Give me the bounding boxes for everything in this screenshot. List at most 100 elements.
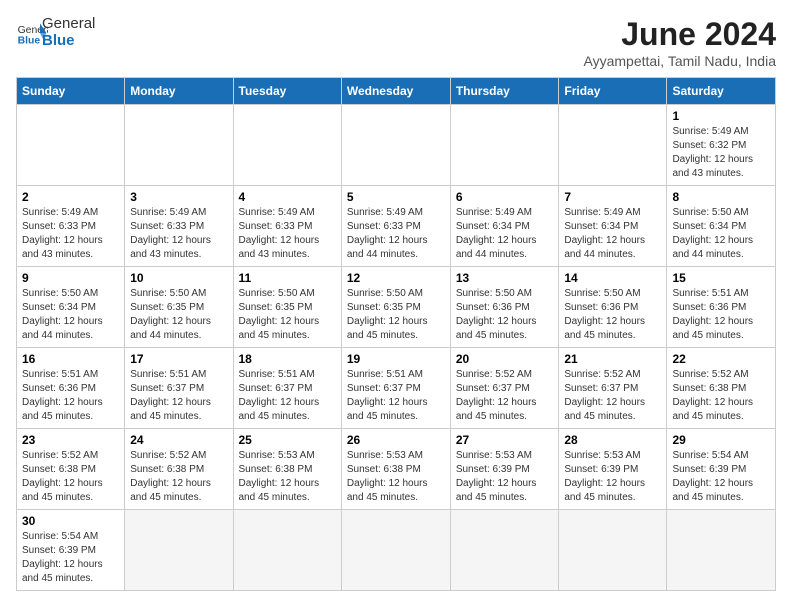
calendar-header-row: SundayMondayTuesdayWednesdayThursdayFrid… <box>17 78 776 105</box>
day-number: 26 <box>347 433 445 447</box>
calendar-week-row: 9 Sunrise: 5:50 AM Sunset: 6:34 PM Daylig… <box>17 267 776 348</box>
calendar-cell <box>341 510 450 591</box>
day-info: Sunrise: 5:51 AM Sunset: 6:37 PM Dayligh… <box>347 368 445 424</box>
calendar-cell: 25 Sunrise: 5:53 AM Sunset: 6:38 PM Dayli… <box>233 429 341 510</box>
calendar-cell <box>125 510 233 591</box>
day-info: Sunrise: 5:52 AM Sunset: 6:38 PM Dayligh… <box>22 449 119 505</box>
day-number: 10 <box>130 271 227 285</box>
calendar-cell <box>559 510 667 591</box>
day-number: 19 <box>347 352 445 366</box>
day-number: 27 <box>456 433 554 447</box>
day-info: Sunrise: 5:49 AM Sunset: 6:34 PM Dayligh… <box>456 206 554 262</box>
day-info: Sunrise: 5:50 AM Sunset: 6:35 PM Dayligh… <box>347 287 445 343</box>
day-number: 12 <box>347 271 445 285</box>
day-info: Sunrise: 5:50 AM Sunset: 6:34 PM Dayligh… <box>22 287 119 343</box>
day-info: Sunrise: 5:53 AM Sunset: 6:39 PM Dayligh… <box>564 449 661 505</box>
calendar-cell: 26Sunrise: 5:53 AM Sunset: 6:38 PM Dayli… <box>341 429 450 510</box>
day-number: 20 <box>456 352 554 366</box>
weekday-header-friday: Friday <box>559 78 667 105</box>
day-number: 3 <box>130 190 227 204</box>
day-info: Sunrise: 5:50 AM Sunset: 6:35 PM Dayligh… <box>130 287 227 343</box>
weekday-header-wednesday: Wednesday <box>341 78 450 105</box>
calendar-cell <box>17 105 125 186</box>
calendar-cell: 1Sunrise: 5:49 AM Sunset: 6:32 PM Daylig… <box>667 105 776 186</box>
title-area: June 2024 Ayyampettai, Tamil Nadu, India <box>584 16 776 69</box>
calendar-cell: 27Sunrise: 5:53 AM Sunset: 6:39 PM Dayli… <box>450 429 559 510</box>
day-number: 14 <box>564 271 661 285</box>
calendar-cell <box>450 510 559 591</box>
calendar-cell: 2 Sunrise: 5:49 AM Sunset: 6:33 PM Daylig… <box>17 186 125 267</box>
calendar-week-row: 30Sunrise: 5:54 AM Sunset: 6:39 PM Dayli… <box>17 510 776 591</box>
day-info: Sunrise: 5:51 AM Sunset: 6:36 PM Dayligh… <box>672 287 770 343</box>
day-info: Sunrise: 5:52 AM Sunset: 6:37 PM Dayligh… <box>564 368 661 424</box>
calendar-cell: 3 Sunrise: 5:49 AM Sunset: 6:33 PM Daylig… <box>125 186 233 267</box>
day-info: Sunrise: 5:54 AM Sunset: 6:39 PM Dayligh… <box>672 449 770 505</box>
weekday-header-monday: Monday <box>125 78 233 105</box>
day-number: 23 <box>22 433 119 447</box>
calendar-week-row: 23 Sunrise: 5:52 AM Sunset: 6:38 PM Dayli… <box>17 429 776 510</box>
page-header: General Blue General Blue June 2024 Ayya… <box>16 16 776 69</box>
calendar-cell: 29 Sunrise: 5:54 AM Sunset: 6:39 PM Dayli… <box>667 429 776 510</box>
weekday-header-tuesday: Tuesday <box>233 78 341 105</box>
day-number: 21 <box>564 352 661 366</box>
calendar-cell: 7Sunrise: 5:49 AM Sunset: 6:34 PM Daylig… <box>559 186 667 267</box>
day-number: 22 <box>672 352 770 366</box>
location-subtitle: Ayyampettai, Tamil Nadu, India <box>584 53 776 69</box>
calendar-cell: 16 Sunrise: 5:51 AM Sunset: 6:36 PM Dayli… <box>17 348 125 429</box>
calendar-cell: 6Sunrise: 5:49 AM Sunset: 6:34 PM Daylig… <box>450 186 559 267</box>
calendar-cell: 18Sunrise: 5:51 AM Sunset: 6:37 PM Dayli… <box>233 348 341 429</box>
day-info: Sunrise: 5:50 AM Sunset: 6:36 PM Dayligh… <box>564 287 661 343</box>
day-info: Sunrise: 5:49 AM Sunset: 6:34 PM Dayligh… <box>564 206 661 262</box>
calendar-cell: 23 Sunrise: 5:52 AM Sunset: 6:38 PM Dayli… <box>17 429 125 510</box>
calendar-cell: 19 Sunrise: 5:51 AM Sunset: 6:37 PM Dayli… <box>341 348 450 429</box>
calendar-cell: 8Sunrise: 5:50 AM Sunset: 6:34 PM Daylig… <box>667 186 776 267</box>
day-number: 9 <box>22 271 119 285</box>
day-info: Sunrise: 5:52 AM Sunset: 6:38 PM Dayligh… <box>672 368 770 424</box>
day-info: Sunrise: 5:49 AM Sunset: 6:33 PM Dayligh… <box>347 206 445 262</box>
day-number: 16 <box>22 352 119 366</box>
weekday-header-saturday: Saturday <box>667 78 776 105</box>
calendar-week-row: 2 Sunrise: 5:49 AM Sunset: 6:33 PM Daylig… <box>17 186 776 267</box>
calendar-cell <box>341 105 450 186</box>
calendar-cell <box>450 105 559 186</box>
calendar-cell: 20 Sunrise: 5:52 AM Sunset: 6:37 PM Dayli… <box>450 348 559 429</box>
calendar-cell: 9 Sunrise: 5:50 AM Sunset: 6:34 PM Daylig… <box>17 267 125 348</box>
calendar-cell: 24 Sunrise: 5:52 AM Sunset: 6:38 PM Dayli… <box>125 429 233 510</box>
calendar-cell: 4Sunrise: 5:49 AM Sunset: 6:33 PM Daylig… <box>233 186 341 267</box>
calendar-cell: 12 Sunrise: 5:50 AM Sunset: 6:35 PM Dayli… <box>341 267 450 348</box>
calendar-cell: 28 Sunrise: 5:53 AM Sunset: 6:39 PM Dayli… <box>559 429 667 510</box>
day-number: 28 <box>564 433 661 447</box>
calendar-cell: 10 Sunrise: 5:50 AM Sunset: 6:35 PM Dayli… <box>125 267 233 348</box>
day-number: 17 <box>130 352 227 366</box>
day-number: 15 <box>672 271 770 285</box>
day-info: Sunrise: 5:51 AM Sunset: 6:36 PM Dayligh… <box>22 368 119 424</box>
logo-general: General <box>42 16 95 33</box>
day-number: 30 <box>22 514 119 528</box>
calendar-cell <box>667 510 776 591</box>
day-number: 4 <box>239 190 336 204</box>
day-number: 29 <box>672 433 770 447</box>
day-number: 24 <box>130 433 227 447</box>
logo: General Blue General Blue <box>16 16 95 49</box>
calendar-cell <box>233 510 341 591</box>
logo-blue: Blue <box>42 33 95 50</box>
day-info: Sunrise: 5:52 AM Sunset: 6:38 PM Dayligh… <box>130 449 227 505</box>
day-number: 25 <box>239 433 336 447</box>
calendar-cell: 14 Sunrise: 5:50 AM Sunset: 6:36 PM Dayli… <box>559 267 667 348</box>
calendar-cell: 22 Sunrise: 5:52 AM Sunset: 6:38 PM Dayli… <box>667 348 776 429</box>
day-number: 2 <box>22 190 119 204</box>
calendar-cell: 17Sunrise: 5:51 AM Sunset: 6:37 PM Dayli… <box>125 348 233 429</box>
day-info: Sunrise: 5:50 AM Sunset: 6:36 PM Dayligh… <box>456 287 554 343</box>
svg-text:Blue: Blue <box>18 35 41 46</box>
day-info: Sunrise: 5:49 AM Sunset: 6:33 PM Dayligh… <box>130 206 227 262</box>
day-info: Sunrise: 5:52 AM Sunset: 6:37 PM Dayligh… <box>456 368 554 424</box>
calendar-cell: 21 Sunrise: 5:52 AM Sunset: 6:37 PM Dayli… <box>559 348 667 429</box>
day-info: Sunrise: 5:49 AM Sunset: 6:33 PM Dayligh… <box>22 206 119 262</box>
month-title: June 2024 <box>584 16 776 53</box>
weekday-header-thursday: Thursday <box>450 78 559 105</box>
day-info: Sunrise: 5:50 AM Sunset: 6:34 PM Dayligh… <box>672 206 770 262</box>
day-info: Sunrise: 5:53 AM Sunset: 6:38 PM Dayligh… <box>239 449 336 505</box>
calendar-week-row: 16 Sunrise: 5:51 AM Sunset: 6:36 PM Dayli… <box>17 348 776 429</box>
calendar-cell <box>125 105 233 186</box>
day-number: 5 <box>347 190 445 204</box>
